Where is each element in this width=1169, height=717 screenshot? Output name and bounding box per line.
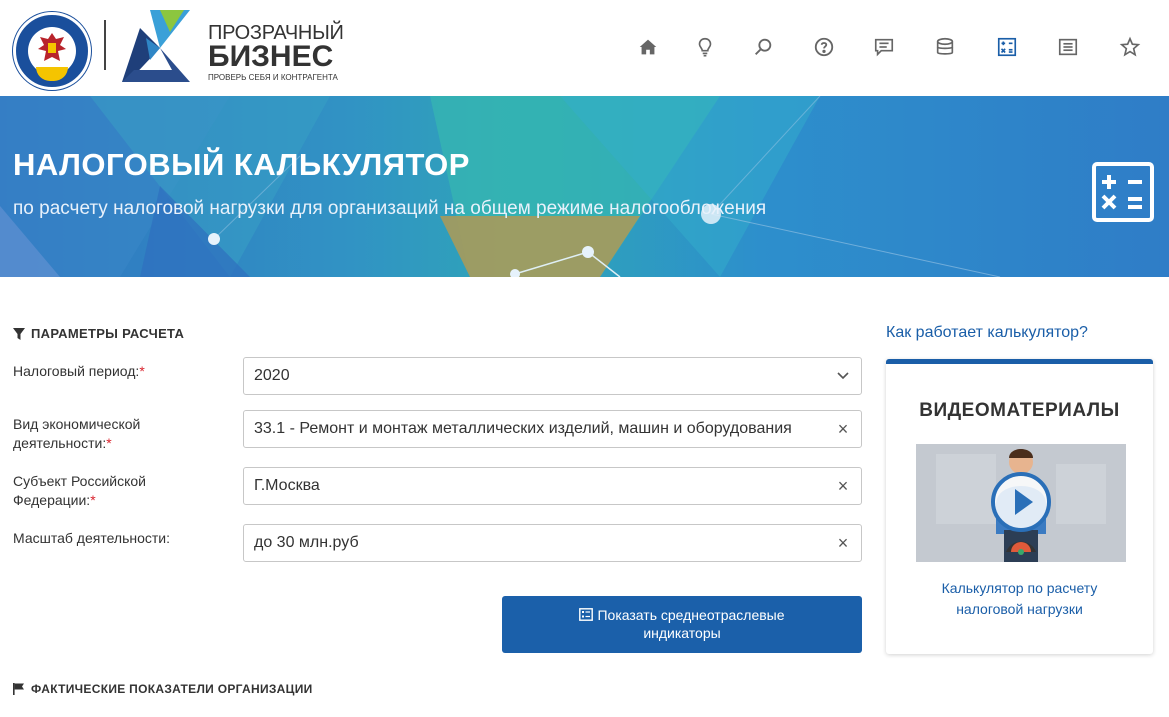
calculator-icon[interactable] bbox=[992, 32, 1022, 62]
logo-separator bbox=[104, 20, 106, 70]
flag-icon bbox=[13, 683, 24, 695]
activity-select[interactable]: 33.1 - Ремонт и монтаж металлических изд… bbox=[243, 410, 862, 448]
facts-section-title: ФАКТИЧЕСКИЕ ПОКАЗАТЕЛИ ОРГАНИЗАЦИИ bbox=[13, 682, 313, 696]
clear-activity-icon[interactable]: × bbox=[825, 419, 861, 440]
show-indicators-button[interactable]: Показать среднеотраслевые индикаторы bbox=[502, 596, 862, 653]
chevron-down-icon[interactable] bbox=[825, 367, 861, 385]
list-icon[interactable] bbox=[1053, 32, 1083, 62]
site-header: ПРОЗРАЧНЫЙ БИЗНЕС ПРОВЕРЬ СЕБЯ И КОНТРАГ… bbox=[0, 0, 1169, 96]
video-caption-line2: налоговой нагрузки bbox=[956, 601, 1083, 617]
period-label: Налоговый период:* bbox=[13, 363, 145, 379]
video-thumbnail[interactable] bbox=[916, 444, 1126, 562]
prozrachny-biznes-logo[interactable] bbox=[120, 8, 200, 84]
activity-label: Вид экономической деятельности:* bbox=[13, 416, 141, 451]
region-value: Г.Москва bbox=[254, 477, 320, 494]
show-button-line2: индикаторы bbox=[643, 625, 721, 641]
how-it-works-link[interactable]: Как работает калькулятор? bbox=[886, 324, 1088, 342]
page-title: НАЛОГОВЫЙ КАЛЬКУЛЯТОР bbox=[13, 147, 470, 182]
scale-label: Масштаб деятельности: bbox=[13, 530, 171, 546]
video-caption-line1: Калькулятор по расчету bbox=[941, 580, 1098, 596]
show-button-line1: Показать среднеотраслевые bbox=[597, 607, 785, 623]
period-value: 2020 bbox=[254, 367, 290, 384]
params-section-title: ПАРАМЕТРЫ РАСЧЕТА bbox=[13, 326, 184, 341]
scale-value: до 30 млн.руб bbox=[254, 534, 359, 551]
region-label: Субъект Российской Федерации:* bbox=[13, 473, 146, 508]
search-icon[interactable] bbox=[748, 32, 778, 62]
video-card: ВИДЕОМАТЕРИАЛЫ Калькулятор по расчету на… bbox=[886, 359, 1153, 654]
eagle-icon bbox=[38, 33, 66, 61]
play-icon bbox=[1015, 489, 1033, 515]
star-icon[interactable] bbox=[1115, 32, 1145, 62]
page-subtitle: по расчету налоговой нагрузки для органи… bbox=[13, 198, 767, 219]
play-button[interactable] bbox=[991, 472, 1051, 532]
calculator-banner-icon bbox=[1092, 162, 1154, 222]
period-select[interactable]: 2020 bbox=[243, 357, 862, 395]
facts-title-text: ФАКТИЧЕСКИЕ ПОКАЗАТЕЛИ ОРГАНИЗАЦИИ bbox=[31, 682, 313, 696]
fns-emblem-logo[interactable] bbox=[13, 12, 91, 90]
page-banner: НАЛОГОВЫЙ КАЛЬКУЛЯТОР по расчету налогов… bbox=[0, 96, 1169, 277]
activity-value: 33.1 - Ремонт и монтаж металлических изд… bbox=[254, 420, 792, 437]
help-icon[interactable] bbox=[809, 32, 839, 62]
params-title-text: ПАРАМЕТРЫ РАСЧЕТА bbox=[31, 326, 185, 341]
scale-select[interactable]: до 30 млн.руб × bbox=[243, 524, 862, 562]
brand-line2: БИЗНЕС bbox=[208, 40, 334, 73]
chat-icon[interactable] bbox=[869, 32, 899, 62]
filter-icon bbox=[13, 327, 25, 340]
video-section-title: ВИДЕОМАТЕРИАЛЫ bbox=[919, 400, 1120, 421]
region-select[interactable]: Г.Москва × bbox=[243, 467, 862, 505]
clear-region-icon[interactable]: × bbox=[825, 476, 861, 497]
video-caption-link[interactable]: Калькулятор по расчету налоговой нагрузк… bbox=[886, 578, 1153, 620]
home-icon[interactable] bbox=[633, 32, 663, 62]
database-icon[interactable] bbox=[930, 32, 960, 62]
banner-background bbox=[0, 96, 1001, 277]
brand-tagline: ПРОВЕРЬ СЕБЯ И КОНТРАГЕНТА bbox=[208, 73, 338, 82]
clear-scale-icon[interactable]: × bbox=[825, 533, 861, 554]
calculator-list-icon bbox=[579, 608, 594, 621]
lightbulb-icon[interactable] bbox=[690, 32, 720, 62]
